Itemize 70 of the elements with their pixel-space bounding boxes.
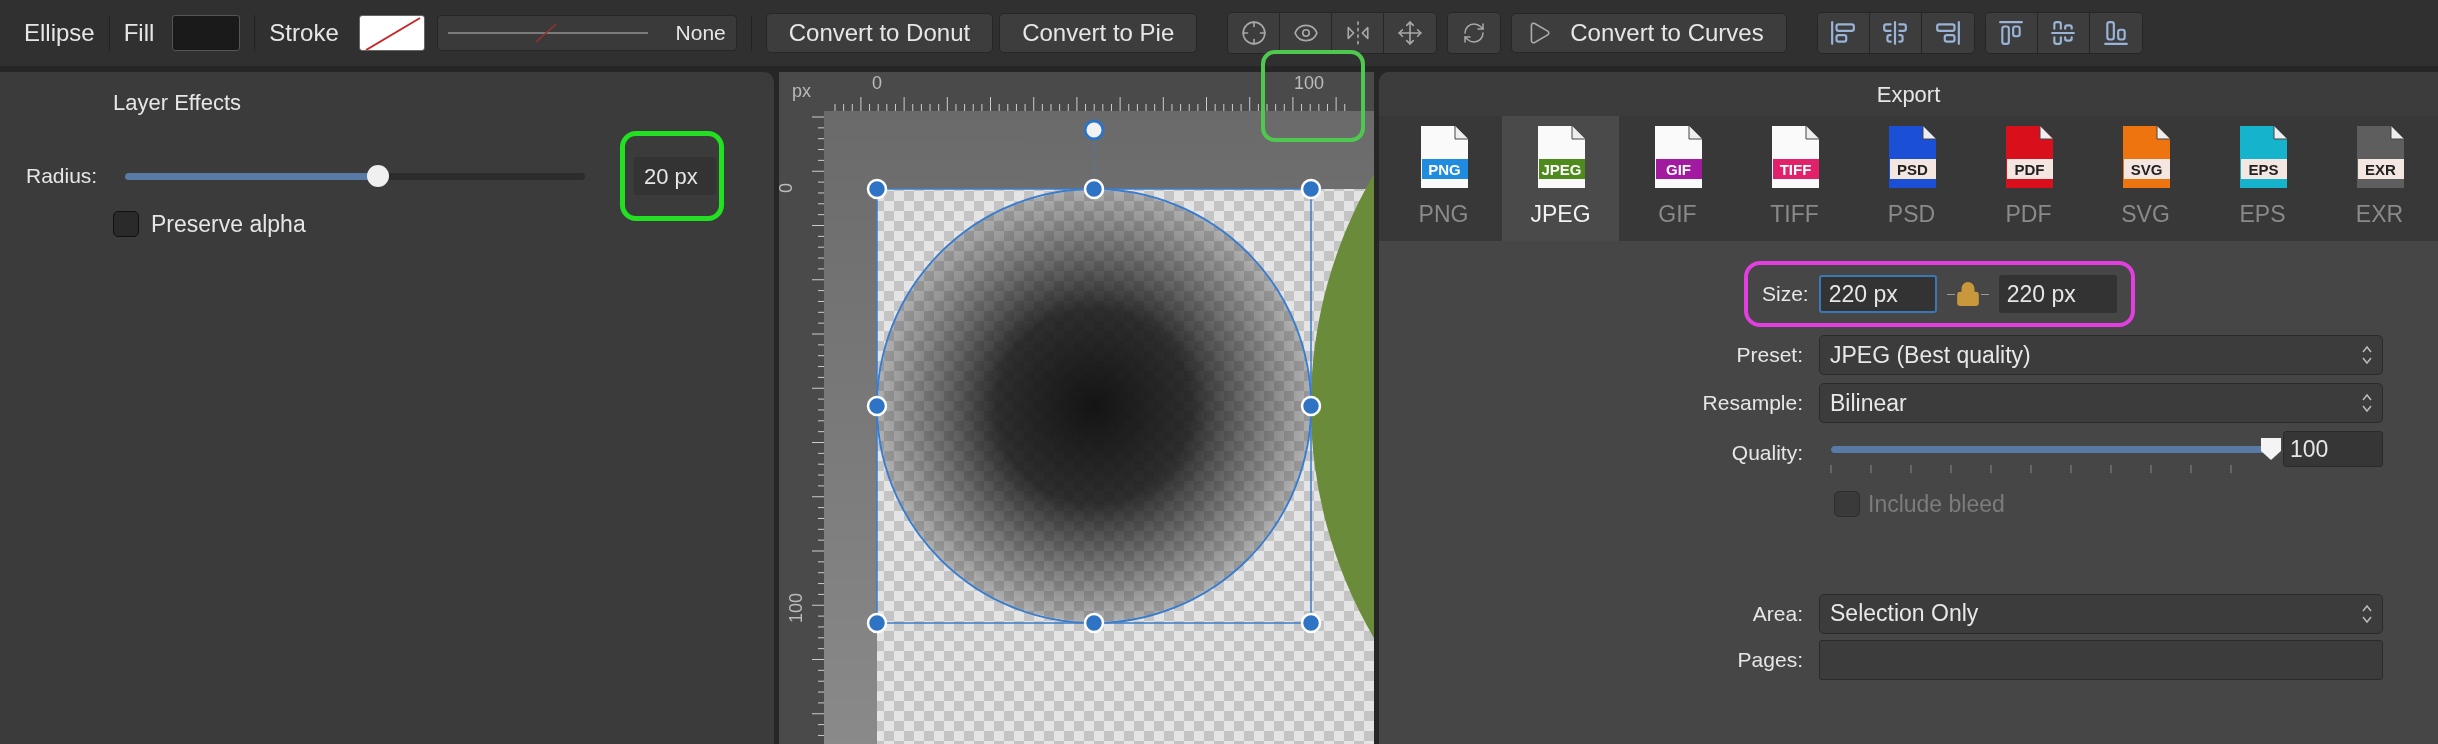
area-dropdown[interactable]: Selection Only [1819, 593, 2383, 634]
stroke-style-field[interactable]: None [436, 15, 737, 51]
flip-icon[interactable] [1332, 13, 1385, 53]
field-label: Size: [1762, 281, 1809, 308]
file-icon: PSD [1886, 125, 1937, 190]
checkbox-label: Preserve alpha [151, 210, 306, 239]
format-tab[interactable]: PDF PDF [1970, 116, 2087, 241]
align-left-icon[interactable] [1817, 13, 1870, 53]
width-field[interactable]: 220 px [1818, 275, 1937, 313]
stepper-icon [2362, 345, 2372, 365]
ruler-label: 0 [872, 74, 882, 92]
panel-title: Export [1876, 80, 1941, 109]
field-label: Preset: [1735, 342, 1804, 369]
preset-dropdown[interactable]: JPEG (Best quality) [1819, 335, 2383, 375]
view-icon[interactable] [1280, 13, 1333, 53]
height-field[interactable]: 220 px [1998, 275, 2117, 313]
panel-title: Layer Effects [112, 89, 242, 117]
radius-label: Radius: [26, 163, 99, 190]
field-label: Quality: [1730, 440, 1804, 466]
file-icon: EPS [2237, 125, 2288, 190]
shape-label: Ellipse [24, 18, 95, 48]
file-icon: PDF [2003, 125, 2054, 190]
ruler-label: 100 [787, 593, 805, 623]
resample-dropdown[interactable]: Bilinear [1819, 383, 2383, 423]
unit-label: px [792, 80, 811, 103]
round-shape[interactable] [1311, 174, 1374, 638]
format-tab[interactable]: JPEG JPEG [1502, 116, 1619, 241]
format-tab[interactable]: PNG PNG [1385, 116, 1502, 241]
align-center-icon[interactable] [1869, 13, 1922, 53]
field-label: Resample: [1701, 390, 1804, 417]
format-tab[interactable]: SVG SVG [2087, 116, 2204, 241]
format-tab[interactable]: PSD PSD [1853, 116, 1970, 241]
ruler-label: 100 [1294, 74, 1324, 92]
file-icon: EXR [2354, 125, 2405, 190]
file-icon: TIFF [1769, 125, 1820, 190]
format-tab[interactable]: EXR EXR [2321, 116, 2438, 241]
field-label: Pages: [1736, 646, 1804, 673]
stroke-label: Stroke [269, 18, 339, 48]
lock-icon [1954, 281, 1981, 307]
format-tab[interactable]: TIFF TIFF [1736, 116, 1853, 241]
field-label: Area: [1751, 600, 1804, 627]
align-top-icon[interactable] [1985, 13, 2038, 53]
rotate-icon[interactable] [1448, 13, 1501, 53]
stepper-icon [2362, 603, 2372, 624]
align-middle-icon[interactable] [2037, 13, 2090, 53]
file-icon: PNG [1418, 125, 1469, 190]
snap-icon[interactable] [1228, 13, 1281, 53]
pages-field[interactable] [1819, 639, 2383, 680]
stroke-swatch[interactable] [358, 15, 425, 51]
radius-field[interactable]: 20 px [634, 157, 716, 195]
ruler-label: 0 [777, 183, 795, 193]
selected-ellipse[interactable] [866, 119, 1322, 634]
fill-swatch[interactable] [172, 15, 241, 51]
convert-button[interactable]: Convert to Pie [999, 13, 1198, 53]
fill-label: Fill [123, 18, 155, 48]
slider-thumb[interactable] [367, 164, 389, 187]
file-icon: GIF [1652, 125, 1703, 190]
format-tab[interactable]: GIF GIF [1619, 116, 1736, 241]
align-bottom-icon[interactable] [2089, 13, 2142, 53]
convert-curves-button[interactable]: Convert to Curves [1511, 13, 1787, 53]
file-icon: SVG [2120, 125, 2171, 190]
transform-icon[interactable] [1384, 13, 1437, 53]
line-preview-icon [447, 20, 648, 46]
file-icon: JPEG [1535, 125, 1586, 190]
convert-button[interactable]: Convert to Donut [765, 13, 994, 53]
quality-field[interactable]: 100 [2283, 431, 2383, 467]
checkbox[interactable] [113, 211, 139, 238]
align-right-icon[interactable] [1921, 13, 1974, 53]
stepper-icon [2362, 393, 2372, 413]
format-tab[interactable]: EPS EPS [2204, 116, 2321, 241]
